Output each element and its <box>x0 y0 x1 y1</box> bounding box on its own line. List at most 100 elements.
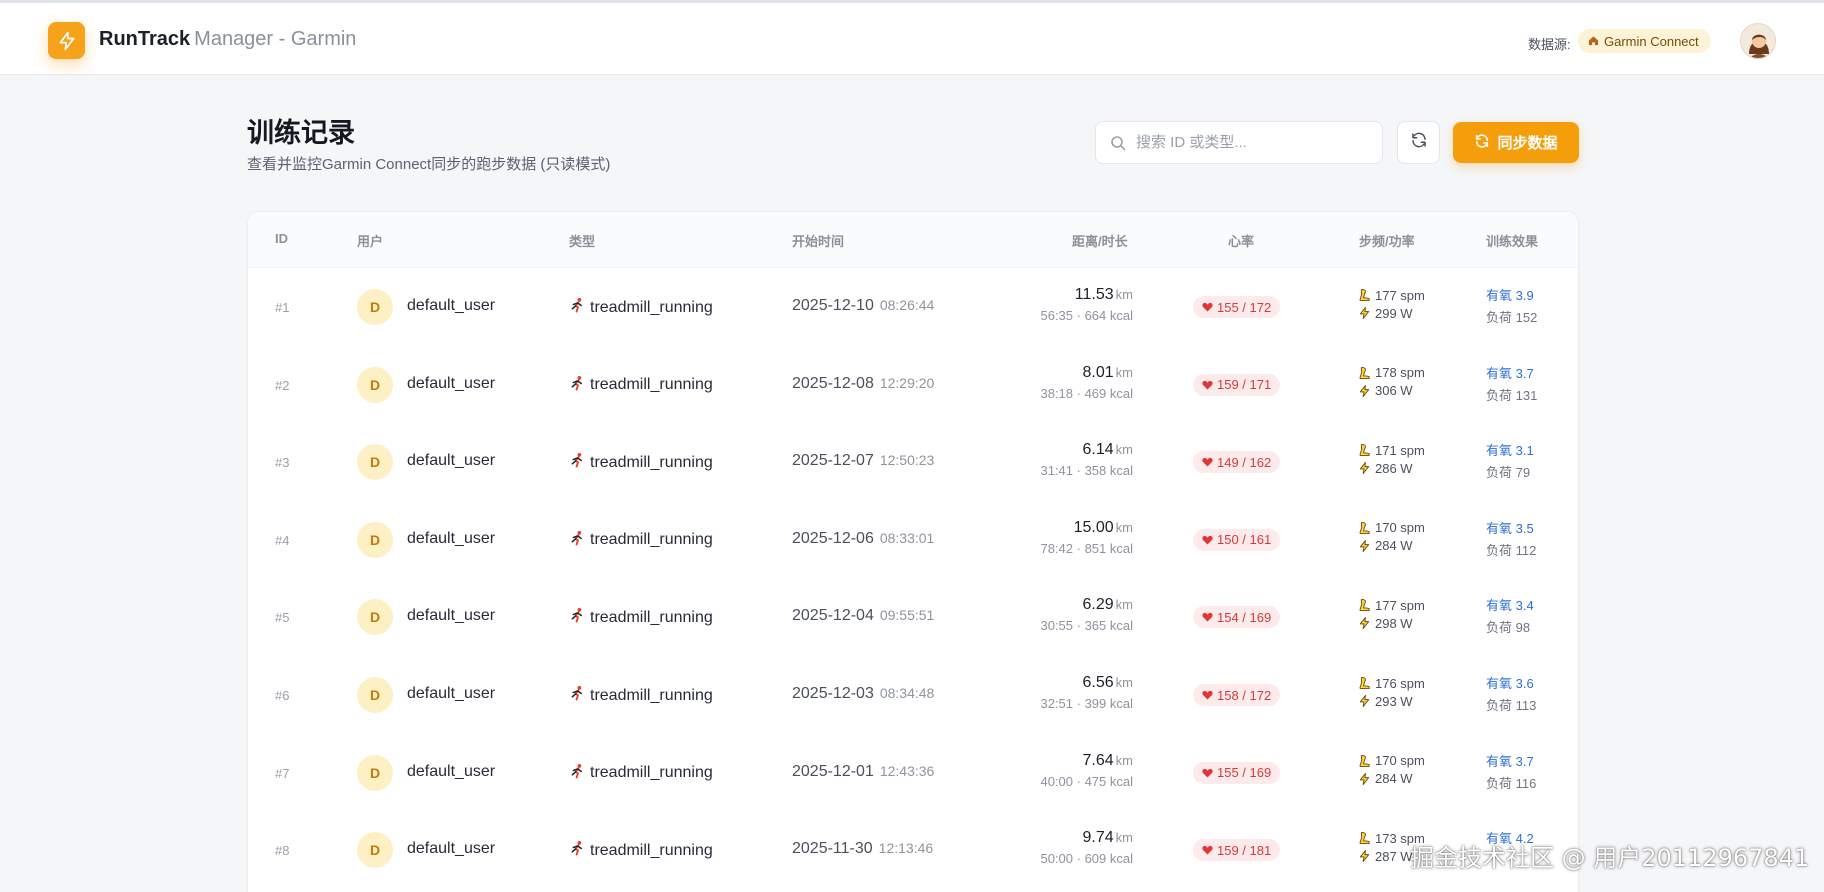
cadence-power: 170 spm 284 W <box>1358 752 1425 788</box>
aerobic-effect[interactable]: 有氧 3.7 <box>1486 751 1536 771</box>
cadence-power: 170 spm 284 W <box>1358 519 1425 555</box>
record-id: #8 <box>275 843 290 859</box>
header-id[interactable]: ID <box>275 231 288 246</box>
bolt-icon[interactable] <box>48 22 85 59</box>
heart-rate-value: 149 / 162 <box>1217 454 1272 470</box>
distance-duration: 15.00 km 78:42 · 851 kcal <box>1040 519 1133 556</box>
distance-unit: km <box>1115 597 1133 613</box>
heart-rate-badge: 154 / 169 <box>1193 606 1281 629</box>
activity-type-label: treadmill_running <box>590 608 713 626</box>
distance-unit: km <box>1115 519 1133 535</box>
header-start-time[interactable]: 开始时间 <box>792 231 844 250</box>
training-effect: 有氧 3.7 负荷 131 <box>1486 363 1537 405</box>
power-icon <box>1358 616 1371 630</box>
power-value: 298 W <box>1375 615 1413 631</box>
user-avatar: D <box>357 754 393 791</box>
activity-type-label: treadmill_running <box>590 298 713 316</box>
table-row[interactable]: #5 Ddefault_user treadmill_running 2025-12-… <box>248 578 1578 656</box>
cadence-value: 177 spm <box>1375 287 1425 303</box>
shoe-icon <box>1358 366 1371 380</box>
app-title: RunTrack Manager - Garmin <box>99 28 356 51</box>
search-input[interactable] <box>1136 134 1356 151</box>
user-name: default_user <box>407 374 496 392</box>
heart-icon <box>1202 535 1213 545</box>
start-date: 2025-12-08 <box>792 374 874 392</box>
shoe-icon <box>1358 598 1371 612</box>
heart-rate-badge: 155 / 169 <box>1193 761 1281 784</box>
start-time: 2025-12-07 12:50:23 <box>792 452 934 470</box>
duration-calories: 50:00 · 609 kcal <box>1040 851 1133 867</box>
distance-duration: 8.01 km 38:18 · 469 kcal <box>1040 364 1133 401</box>
start-time: 2025-12-03 08:34:48 <box>792 685 934 703</box>
record-id: #3 <box>275 455 290 471</box>
aerobic-effect[interactable]: 有氧 3.9 <box>1486 285 1537 305</box>
start-date: 2025-12-06 <box>792 529 874 547</box>
start-clock: 12:43:36 <box>879 762 935 779</box>
aerobic-effect[interactable]: 有氧 3.5 <box>1486 518 1536 538</box>
data-source-badge: Garmin Connect <box>1578 29 1711 53</box>
training-effect: 有氧 3.4 负荷 98 <box>1486 595 1534 637</box>
cadence-power: 171 spm 286 W <box>1358 441 1425 477</box>
record-id: #5 <box>275 610 290 626</box>
cadence-value: 177 spm <box>1375 597 1425 613</box>
duration-calories: 38:18 · 469 kcal <box>1040 385 1133 401</box>
distance-unit: km <box>1115 752 1133 768</box>
duration-calories: 40:00 · 475 kcal <box>1040 773 1133 789</box>
table-row[interactable]: #8 Ddefault_user treadmill_running 2025-11-… <box>248 811 1578 889</box>
activity-type: treadmill_running <box>570 685 713 706</box>
refresh-button[interactable] <box>1397 121 1440 164</box>
record-id: #1 <box>275 300 290 315</box>
distance-duration: 7.64 km 40:00 · 475 kcal <box>1040 752 1133 789</box>
table-row[interactable]: #1 Ddefault_user treadmill_running 2025-12-… <box>248 268 1578 346</box>
heart-rate-badge: 149 / 162 <box>1193 451 1281 474</box>
cadence-power: 177 spm 298 W <box>1358 596 1425 632</box>
cadence-power: 176 spm 293 W <box>1358 674 1425 710</box>
user-avatar-icon[interactable] <box>1740 23 1776 59</box>
start-time: 2025-12-10 08:26:44 <box>792 297 934 315</box>
search-box[interactable] <box>1095 121 1383 164</box>
power-icon <box>1358 772 1371 786</box>
activity-type: treadmill_running <box>570 607 713 628</box>
table-row[interactable]: #7 Ddefault_user treadmill_running 2025-12-… <box>248 734 1578 812</box>
aerobic-effect[interactable]: 有氧 3.6 <box>1486 673 1536 693</box>
power-value: 287 W <box>1375 848 1413 864</box>
aerobic-effect[interactable]: 有氧 3.7 <box>1486 363 1537 383</box>
start-time: 2025-12-06 08:33:01 <box>792 530 934 548</box>
header-effect[interactable]: 训练效果 <box>1486 231 1538 250</box>
header-heart-rate[interactable]: 心率 <box>1228 231 1254 250</box>
shoe-icon <box>1358 754 1371 768</box>
distance-unit: km <box>1115 675 1133 690</box>
training-effect: 有氧 3.9 负荷 152 <box>1486 285 1537 327</box>
user-name: default_user <box>407 840 496 858</box>
header-type[interactable]: 类型 <box>569 231 595 250</box>
aerobic-effect[interactable]: 有氧 3.4 <box>1486 595 1534 615</box>
header-distance[interactable]: 距离/时长 <box>1072 231 1128 250</box>
sync-data-button[interactable]: 同步数据 <box>1453 122 1579 163</box>
brand-name: RunTrack <box>99 28 191 50</box>
runner-icon <box>570 375 585 396</box>
table-row[interactable]: #3 Ddefault_user treadmill_running 2025-12-… <box>248 423 1578 501</box>
table-row[interactable]: #6 Ddefault_user treadmill_running 2025-12-… <box>248 656 1578 734</box>
training-effect: 有氧 3.6 负荷 113 <box>1486 673 1536 715</box>
aerobic-effect[interactable]: 有氧 3.1 <box>1486 440 1534 460</box>
distance-duration: 6.14 km 31:41 · 358 kcal <box>1040 441 1133 478</box>
table-row[interactable]: #2 Ddefault_user treadmill_running 2025-12-… <box>248 346 1578 424</box>
user-name: default_user <box>407 297 496 314</box>
start-clock: 12:50:23 <box>879 452 935 469</box>
record-id: #7 <box>275 765 290 781</box>
distance-value: 8.01 <box>1082 363 1114 381</box>
header-cadence[interactable]: 步频/功率 <box>1359 231 1415 250</box>
activity-type-label: treadmill_running <box>590 841 713 859</box>
start-clock: 12:29:20 <box>879 374 935 391</box>
heart-rate-value: 155 / 169 <box>1217 765 1272 781</box>
table-header: ID 用户 类型 开始时间 距离/时长 心率 步频/功率 训练效果 <box>248 212 1578 268</box>
record-id: #4 <box>275 532 290 548</box>
training-effect: 有氧 3.7 负荷 116 <box>1486 751 1536 793</box>
runner-icon <box>570 685 585 706</box>
header-user[interactable]: 用户 <box>357 231 383 250</box>
heart-rate-badge: 159 / 181 <box>1193 839 1281 862</box>
heart-rate-value: 150 / 161 <box>1217 532 1272 548</box>
table-row[interactable]: #4 Ddefault_user treadmill_running 2025-12-… <box>248 501 1578 579</box>
runner-icon <box>570 840 585 861</box>
duration-calories: 56:35 · 664 kcal <box>1040 308 1133 323</box>
